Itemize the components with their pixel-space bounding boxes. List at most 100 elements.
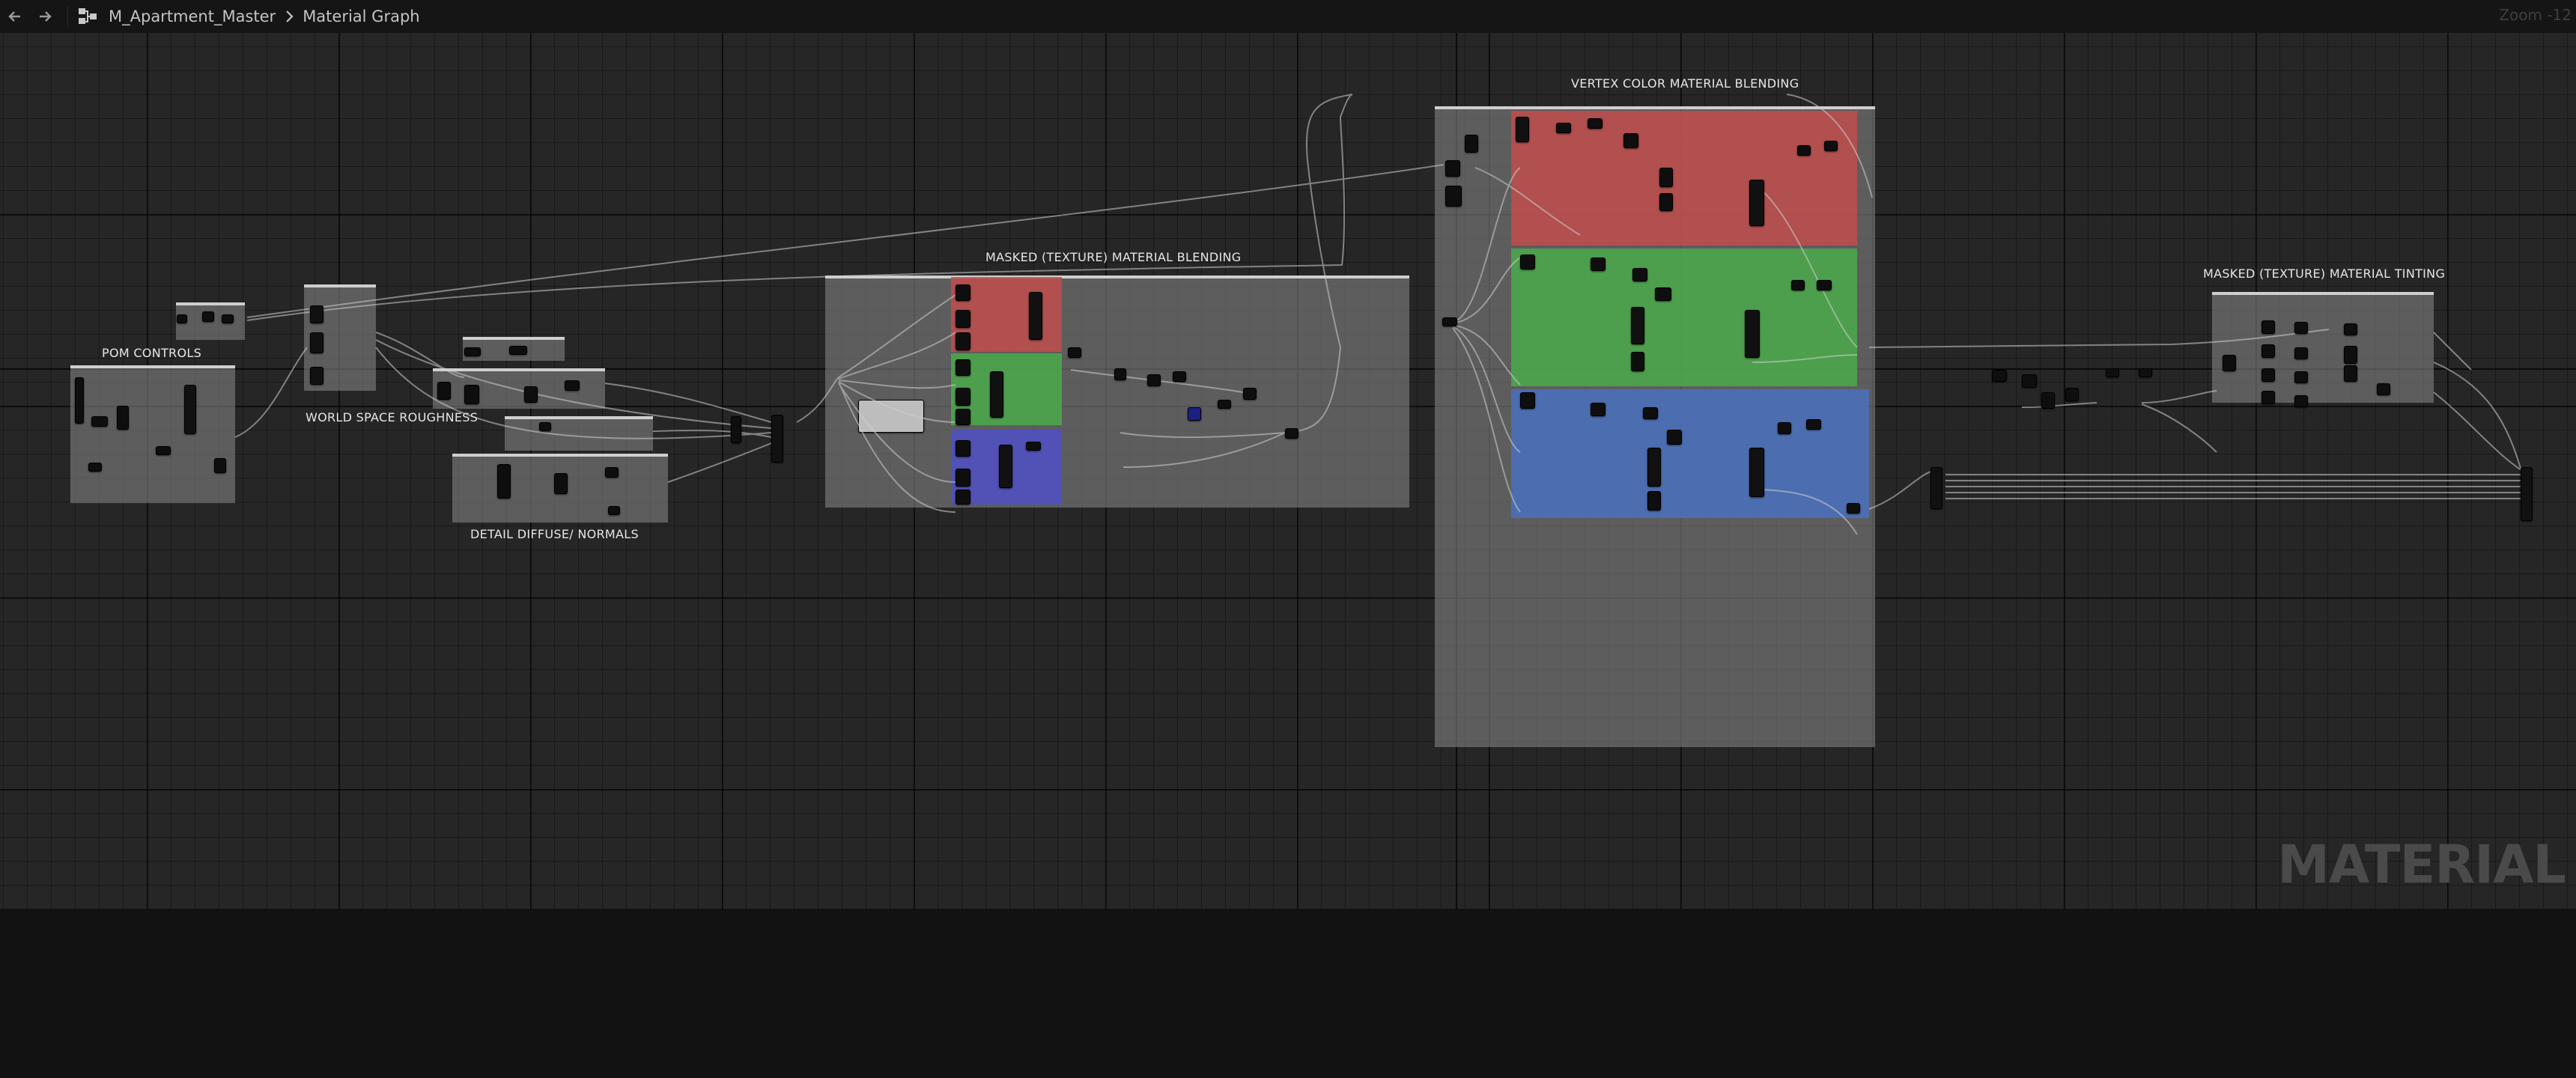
graph-node[interactable] xyxy=(1791,280,1805,290)
graph-node[interactable] xyxy=(1465,135,1478,153)
breadcrumb-material[interactable]: M_Apartment_Master xyxy=(109,7,276,25)
graph-node[interactable] xyxy=(177,314,187,323)
graph-node[interactable] xyxy=(509,346,527,355)
graph-node[interactable] xyxy=(2521,467,2533,521)
graph-node[interactable] xyxy=(75,377,84,424)
graph-node[interactable] xyxy=(1659,193,1673,211)
graph-node[interactable] xyxy=(1188,407,1201,421)
graph-node[interactable] xyxy=(2139,368,2152,377)
graph-node[interactable] xyxy=(524,386,538,403)
graph-node[interactable] xyxy=(956,359,970,376)
graph-node[interactable] xyxy=(1029,292,1042,340)
graph-node[interactable] xyxy=(437,382,451,400)
graph-node[interactable] xyxy=(1749,180,1764,226)
graph-node[interactable] xyxy=(1631,352,1644,371)
graph-node[interactable] xyxy=(156,446,171,455)
graph-node[interactable] xyxy=(91,416,108,427)
graph-node[interactable] xyxy=(956,310,970,328)
graph-node[interactable] xyxy=(2294,371,2308,383)
graph-node[interactable] xyxy=(464,385,479,404)
graph-node[interactable] xyxy=(1114,368,1126,380)
graph-node[interactable] xyxy=(1778,422,1791,434)
graph-node[interactable] xyxy=(608,506,620,515)
graph-node[interactable] xyxy=(117,406,129,430)
graph-node[interactable] xyxy=(2344,323,2357,335)
graph-node[interactable] xyxy=(2261,391,2275,404)
graph-node[interactable] xyxy=(214,458,226,473)
graph-node[interactable] xyxy=(202,311,214,322)
graph-node[interactable] xyxy=(1824,141,1838,151)
graph-node[interactable] xyxy=(1623,133,1638,148)
graph-node[interactable] xyxy=(464,347,481,356)
graph-node[interactable] xyxy=(1667,430,1682,445)
graph-node[interactable] xyxy=(184,385,196,434)
graph-node[interactable] xyxy=(310,367,323,385)
graph-node[interactable] xyxy=(2065,388,2079,401)
graph-node[interactable] xyxy=(1147,374,1161,386)
graph-node[interactable] xyxy=(999,445,1012,488)
graph-node[interactable] xyxy=(1749,448,1764,497)
comment-pom-controls[interactable] xyxy=(70,365,235,503)
graph-node[interactable] xyxy=(1806,419,1821,430)
graph-node[interactable] xyxy=(554,473,568,494)
graph-node[interactable] xyxy=(2106,368,2119,377)
graph-node[interactable] xyxy=(1026,442,1041,451)
graph-node[interactable] xyxy=(2261,368,2275,382)
graph-node[interactable] xyxy=(310,305,323,323)
graph-node[interactable] xyxy=(2261,320,2275,334)
graph-node[interactable] xyxy=(497,464,511,499)
graph-node[interactable] xyxy=(1797,145,1811,156)
graph-node[interactable] xyxy=(956,409,970,425)
graph-node[interactable] xyxy=(1285,428,1298,439)
graph-node[interactable] xyxy=(2022,374,2037,388)
back-button[interactable] xyxy=(0,0,30,33)
graph-node[interactable] xyxy=(1556,123,1571,133)
graph-node[interactable] xyxy=(1931,467,1942,509)
graph-node[interactable] xyxy=(1520,392,1535,409)
graph-node[interactable] xyxy=(956,332,970,350)
graph-node[interactable] xyxy=(990,371,1003,418)
graph-node[interactable] xyxy=(956,469,970,487)
graph-node[interactable] xyxy=(1817,280,1832,290)
comment-masked-material-blending[interactable] xyxy=(825,275,1409,508)
graph-node[interactable] xyxy=(2344,365,2357,382)
graph-node[interactable] xyxy=(2223,355,2236,371)
graph-node[interactable] xyxy=(771,415,783,463)
graph-node[interactable] xyxy=(1655,287,1671,301)
graph-node[interactable] xyxy=(1643,407,1658,419)
graph-node[interactable] xyxy=(731,416,741,443)
graph-node[interactable] xyxy=(539,422,551,431)
graph-node[interactable] xyxy=(2377,383,2390,395)
graph-node[interactable] xyxy=(956,388,970,406)
graph-node[interactable] xyxy=(1647,448,1661,487)
graph-node[interactable] xyxy=(2294,347,2308,359)
graph-node[interactable] xyxy=(2344,346,2357,364)
graph-node[interactable] xyxy=(1588,118,1603,129)
breadcrumb-graph[interactable]: Material Graph xyxy=(303,7,419,25)
graph-node[interactable] xyxy=(2294,395,2308,407)
graph-node[interactable] xyxy=(1218,400,1231,409)
graph-node[interactable] xyxy=(1173,371,1186,382)
graph-node[interactable] xyxy=(1445,160,1460,177)
graph-node[interactable] xyxy=(310,332,323,353)
graph-node[interactable] xyxy=(1631,307,1644,344)
graph-node[interactable] xyxy=(565,380,580,391)
comment-masked-material-tinting[interactable] xyxy=(2212,292,2434,403)
graph-node[interactable] xyxy=(1445,186,1462,207)
graph-node[interactable] xyxy=(1516,117,1529,142)
graph-node[interactable] xyxy=(2041,392,2055,409)
graph-node[interactable] xyxy=(1591,258,1606,271)
graph-node[interactable] xyxy=(1647,491,1661,511)
texture-preview-node[interactable] xyxy=(858,400,924,433)
graph-node[interactable] xyxy=(956,490,970,505)
graph-node[interactable] xyxy=(1992,370,2007,382)
graph-node[interactable] xyxy=(956,440,970,457)
graph-node[interactable] xyxy=(1442,317,1457,326)
graph-node[interactable] xyxy=(2294,322,2308,334)
graph-node[interactable] xyxy=(2261,344,2275,358)
graph-node[interactable] xyxy=(1520,255,1535,270)
graph-node[interactable] xyxy=(1243,388,1257,400)
graph-node[interactable] xyxy=(1659,168,1673,187)
graph-node[interactable] xyxy=(222,314,234,323)
graph-node[interactable] xyxy=(1847,503,1860,514)
